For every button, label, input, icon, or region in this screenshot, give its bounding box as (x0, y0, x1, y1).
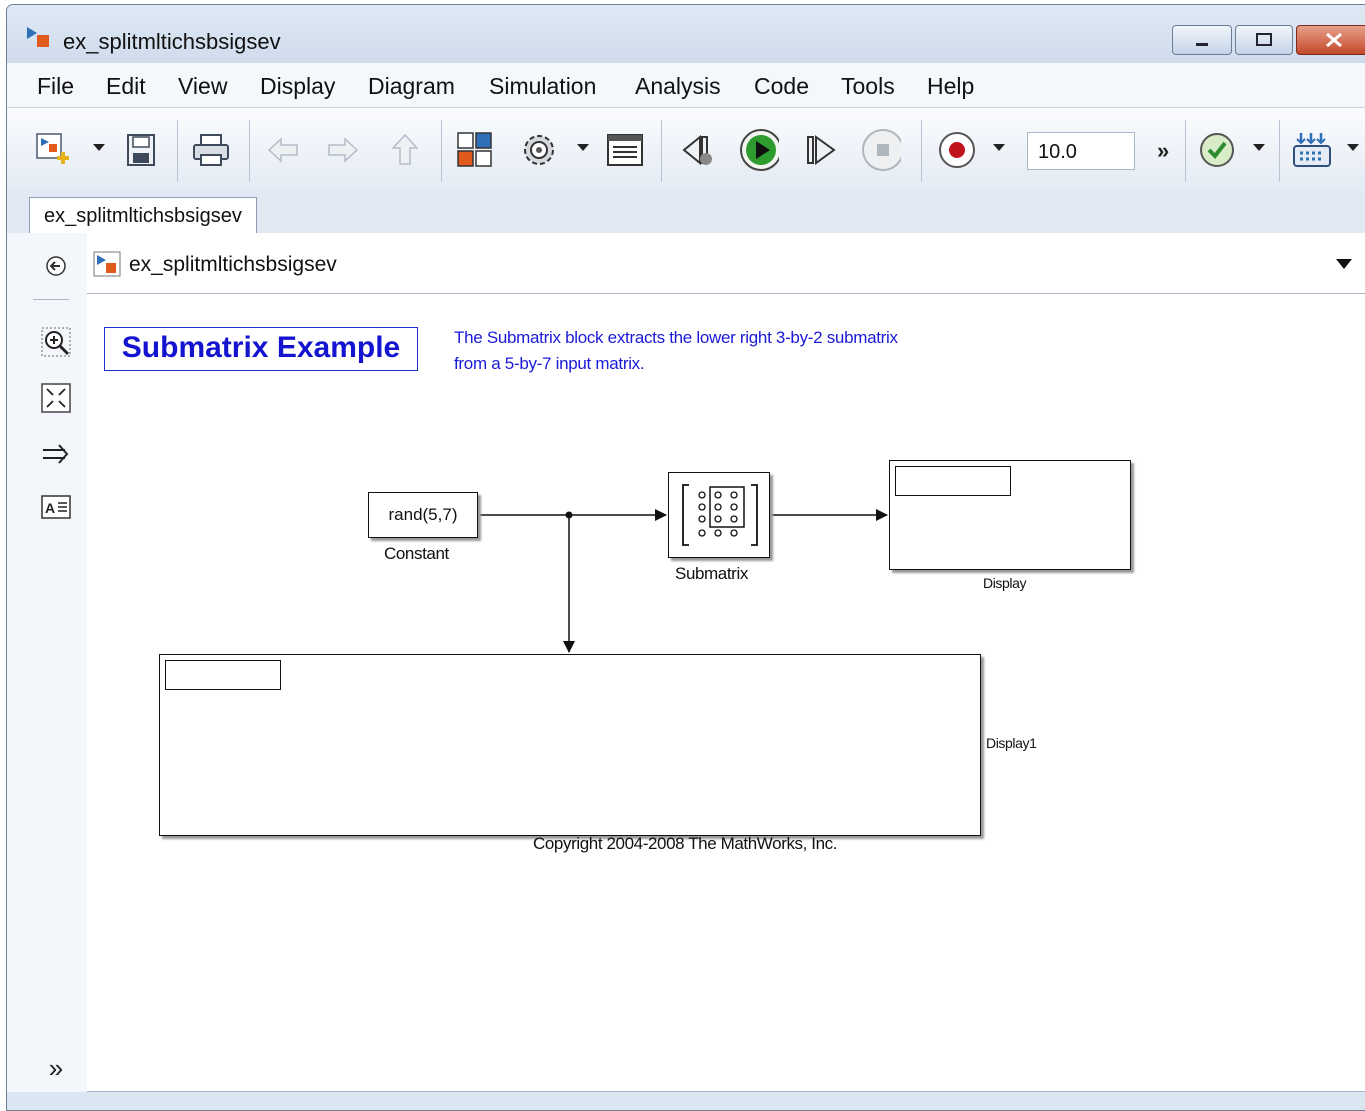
submatrix-block[interactable] (668, 472, 770, 558)
constant-block-label[interactable]: Constant (384, 544, 449, 564)
display-block-label[interactable]: Display (983, 575, 1027, 591)
branch-point (565, 511, 573, 519)
copyright-annotation[interactable]: Copyright 2004-2008 The MathWorks, Inc. (533, 834, 838, 854)
submatrix-block-label[interactable]: Submatrix (675, 564, 748, 584)
display1-value-field (165, 660, 281, 690)
display1-block-label[interactable]: Display1 (986, 735, 1037, 751)
constant-block[interactable]: rand(5,7) (368, 492, 478, 538)
display-block[interactable] (889, 460, 1131, 570)
display1-block[interactable] (159, 654, 981, 836)
display-value-field (895, 466, 1011, 496)
submatrix-icon (682, 484, 758, 546)
